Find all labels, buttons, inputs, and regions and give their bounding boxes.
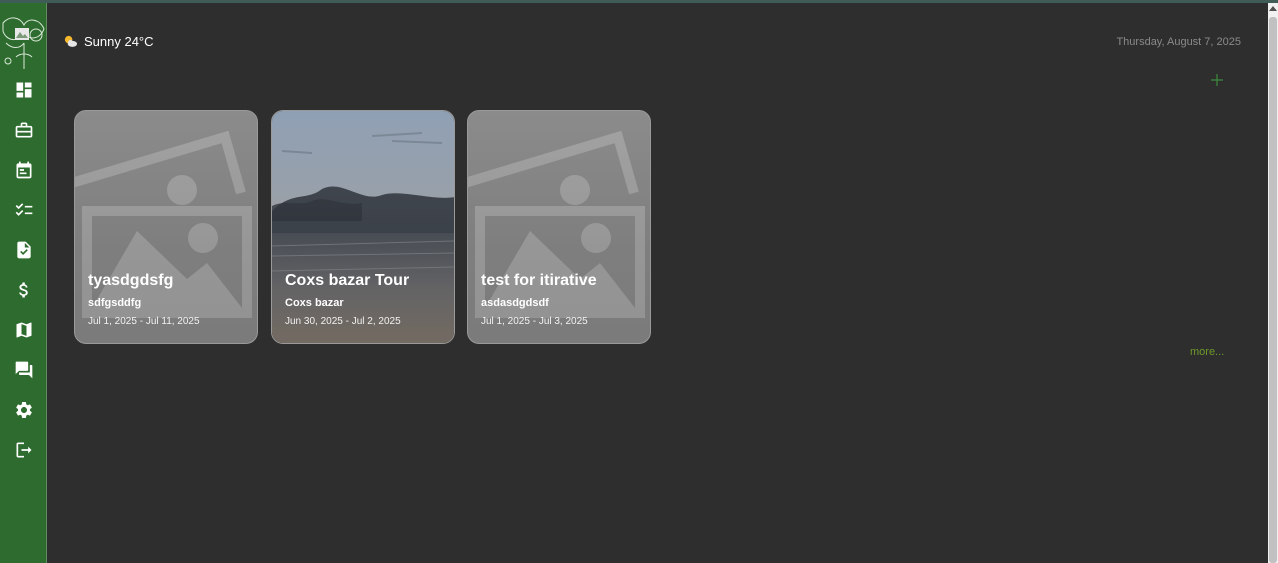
sidebar-item-settings[interactable]	[0, 394, 47, 426]
trip-card[interactable]: test for itirative asdasdgdsdf Jul 1, 20…	[467, 110, 651, 344]
trip-dates: Jul 1, 2025 - Jul 11, 2025	[88, 316, 200, 327]
calendar-icon	[16, 161, 31, 179]
document-check-icon	[16, 241, 31, 259]
add-trip-button[interactable]	[1210, 73, 1224, 87]
current-date: Thursday, August 7, 2025	[1116, 36, 1241, 48]
main-content: Sunny 24°C Thursday, August 7, 2025 tyas…	[48, 3, 1268, 563]
sidebar-item-trips[interactable]	[0, 114, 47, 146]
sidebar-item-map[interactable]	[0, 314, 47, 346]
more-trips-link[interactable]: more...	[1190, 346, 1224, 358]
trip-card[interactable]: Coxs bazar Tour Coxs bazar Jun 30, 2025 …	[271, 110, 455, 344]
trip-card[interactable]: tyasdgdsfg sdfgsddfg Jul 1, 2025 - Jul 1…	[74, 110, 258, 344]
scrollbar[interactable]	[1268, 3, 1278, 563]
trip-title: test for itirative	[481, 272, 597, 289]
checklist-icon	[15, 203, 32, 216]
trip-destination: sdfgsddfg	[88, 297, 142, 309]
scroll-thumb[interactable]	[1269, 17, 1277, 563]
partly-sunny-icon	[64, 35, 78, 47]
trip-destination: Coxs bazar	[285, 297, 344, 309]
map-icon	[16, 322, 31, 338]
gear-icon	[15, 402, 32, 418]
dashboard-icon	[16, 82, 31, 98]
trip-dates: Jun 30, 2025 - Jul 2, 2025	[285, 316, 401, 327]
sidebar-item-budget[interactable]	[0, 274, 47, 306]
logo	[0, 13, 47, 71]
sidebar-item-dashboard[interactable]	[0, 74, 47, 106]
briefcase-icon	[15, 122, 32, 138]
trip-title: tyasdgdsfg	[88, 272, 174, 289]
plus-icon	[1211, 74, 1223, 86]
logout-icon	[16, 442, 31, 458]
sidebar	[0, 3, 47, 563]
trip-dates: Jul 1, 2025 - Jul 3, 2025	[481, 316, 588, 327]
sidebar-item-checklist[interactable]	[0, 194, 47, 226]
chat-icon	[15, 361, 32, 379]
trip-title: Coxs bazar Tour	[285, 272, 410, 289]
sidebar-item-calendar[interactable]	[0, 154, 47, 186]
sidebar-item-logout[interactable]	[0, 434, 47, 466]
weather-widget: Sunny 24°C	[63, 34, 154, 49]
scroll-up-arrow-icon[interactable]	[1269, 6, 1277, 11]
sidebar-item-documents[interactable]	[0, 234, 47, 266]
sidebar-item-chat[interactable]	[0, 354, 47, 386]
dollar-icon	[18, 282, 28, 298]
trip-destination: asdasdgdsdf	[481, 297, 549, 309]
weather-text: Sunny 24°C	[84, 34, 154, 49]
